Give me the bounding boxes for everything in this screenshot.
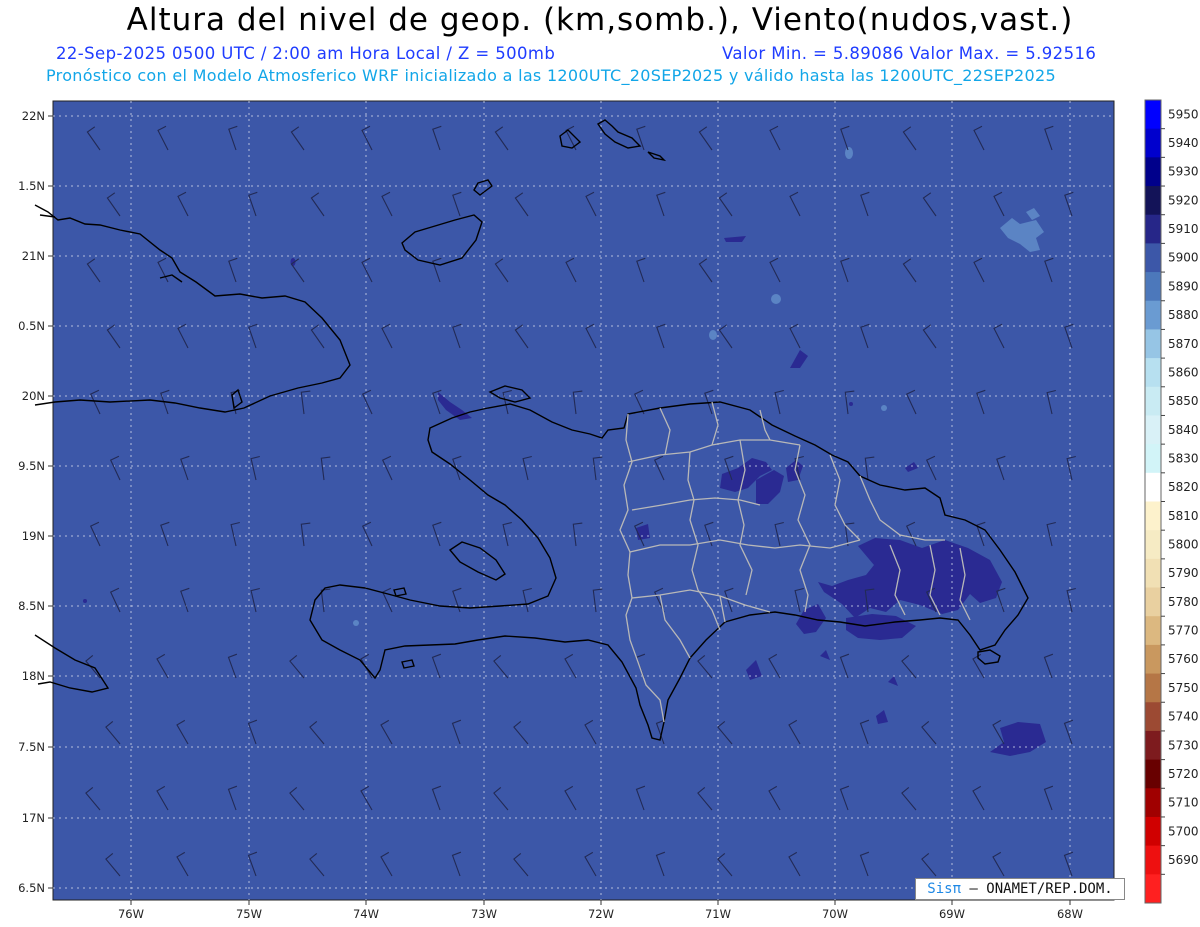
colorbar-swatch	[1145, 501, 1161, 531]
colorbar-label: 5880	[1168, 308, 1199, 322]
lon-label: 71W	[705, 907, 731, 921]
colorbar-swatch	[1145, 530, 1161, 560]
credit-box: Sisπ – ONAMET/REP.DOM.	[915, 878, 1125, 900]
colorbar-label: 5710	[1168, 796, 1199, 810]
colorbar-swatch	[1145, 587, 1161, 617]
colorbar-label: 5840	[1168, 423, 1199, 437]
colorbar-swatch	[1145, 673, 1161, 703]
colorbar-swatch	[1145, 816, 1161, 847]
colorbar-swatch	[1145, 759, 1161, 789]
colorbar-label: 5720	[1168, 767, 1199, 781]
lon-label: 68W	[1057, 907, 1083, 921]
colorbar-label: 5750	[1168, 681, 1199, 695]
colorbar-label: 5790	[1168, 566, 1199, 580]
colorbar-swatch	[1145, 128, 1161, 158]
colorbar-label: 5700	[1168, 824, 1199, 838]
colorbar-swatch	[1145, 702, 1161, 732]
colorbar-swatch	[1145, 272, 1161, 302]
colorbar-swatch	[1145, 874, 1161, 904]
colorbar-label: 5740	[1168, 710, 1199, 724]
lat-label: 8.5N	[18, 599, 45, 613]
colorbar-label: 5900	[1168, 251, 1199, 265]
colorbar-swatch	[1145, 186, 1161, 216]
colorbar-swatch	[1145, 444, 1161, 474]
colorbar-label: 5760	[1168, 652, 1199, 666]
lat-label: 0.5N	[18, 319, 45, 333]
lon-label: 72W	[588, 907, 614, 921]
colorbar-label: 5770	[1168, 624, 1199, 638]
lat-label: 21N	[22, 249, 45, 263]
colorbar-label: 5690	[1168, 853, 1199, 867]
lat-label: 6.5N	[18, 881, 45, 895]
lon-label: 69W	[939, 907, 965, 921]
colorbar-swatch	[1145, 358, 1161, 388]
lat-label: 20N	[22, 389, 45, 403]
colorbar-swatch	[1145, 644, 1161, 675]
colorbar-swatch	[1145, 386, 1161, 416]
colorbar-swatch	[1145, 472, 1161, 502]
colorbar-swatch	[1145, 730, 1161, 761]
colorbar-label: 5870	[1168, 337, 1199, 351]
colorbar-label: 5800	[1168, 538, 1199, 552]
lon-label: 75W	[236, 907, 262, 921]
lat-label: 19N	[22, 529, 45, 543]
credit-text: – ONAMET/REP.DOM.	[961, 881, 1113, 897]
colorbar-swatch	[1145, 788, 1161, 818]
colorbar: 5950 5940 5930 5920 5910 5900 5890 5880 5870 5860…	[1144, 99, 1199, 904]
colorbar-swatch	[1145, 845, 1161, 875]
lon-label: 76W	[118, 907, 144, 921]
colorbar-label: 5920	[1168, 193, 1199, 207]
map-background	[52, 100, 1115, 901]
lon-label: 70W	[822, 907, 848, 921]
colorbar-label: 5820	[1168, 480, 1199, 494]
colorbar-swatch	[1145, 157, 1161, 187]
lon-label: 73W	[471, 907, 497, 921]
sispi-logo: Sisπ	[927, 881, 961, 897]
colorbar-label: 5810	[1168, 509, 1199, 523]
longitude-labels: 76W 75W 74W 73W 72W 71W 70W 69W 68W	[118, 907, 1083, 921]
colorbar-label: 5860	[1168, 365, 1199, 379]
lat-label: 22N	[22, 109, 45, 123]
colorbar-swatch	[1145, 243, 1161, 273]
lat-label: 17N	[22, 811, 45, 825]
lat-label: 7.5N	[18, 740, 45, 754]
colorbar-swatch	[1145, 100, 1161, 130]
colorbar-label: 5850	[1168, 394, 1199, 408]
colorbar-swatch	[1145, 558, 1161, 589]
colorbar-swatch	[1145, 329, 1161, 359]
colorbar-label: 5930	[1168, 165, 1199, 179]
colorbar-label: 5940	[1168, 136, 1199, 150]
colorbar-label: 5730	[1168, 738, 1199, 752]
colorbar-label: 5780	[1168, 595, 1199, 609]
lon-label: 74W	[353, 907, 379, 921]
colorbar-swatch	[1145, 214, 1161, 244]
colorbar-label: 5910	[1168, 222, 1199, 236]
colorbar-label: 5890	[1168, 279, 1199, 293]
latitude-labels: 22N 1.5N 21N 0.5N 20N 9.5N 19N 8.5N 18N …	[18, 109, 45, 895]
lat-label: 9.5N	[18, 459, 45, 473]
colorbar-swatch	[1145, 415, 1161, 445]
weather-map: 22N 1.5N 21N 0.5N 20N 9.5N 19N 8.5N 18N …	[18, 99, 1199, 921]
colorbar-swatch	[1145, 300, 1161, 330]
colorbar-swatch	[1145, 616, 1161, 646]
lat-label: 18N	[22, 669, 45, 683]
colorbar-label: 5950	[1168, 107, 1199, 121]
colorbar-label: 5830	[1168, 451, 1199, 465]
lat-label: 1.5N	[18, 179, 45, 193]
